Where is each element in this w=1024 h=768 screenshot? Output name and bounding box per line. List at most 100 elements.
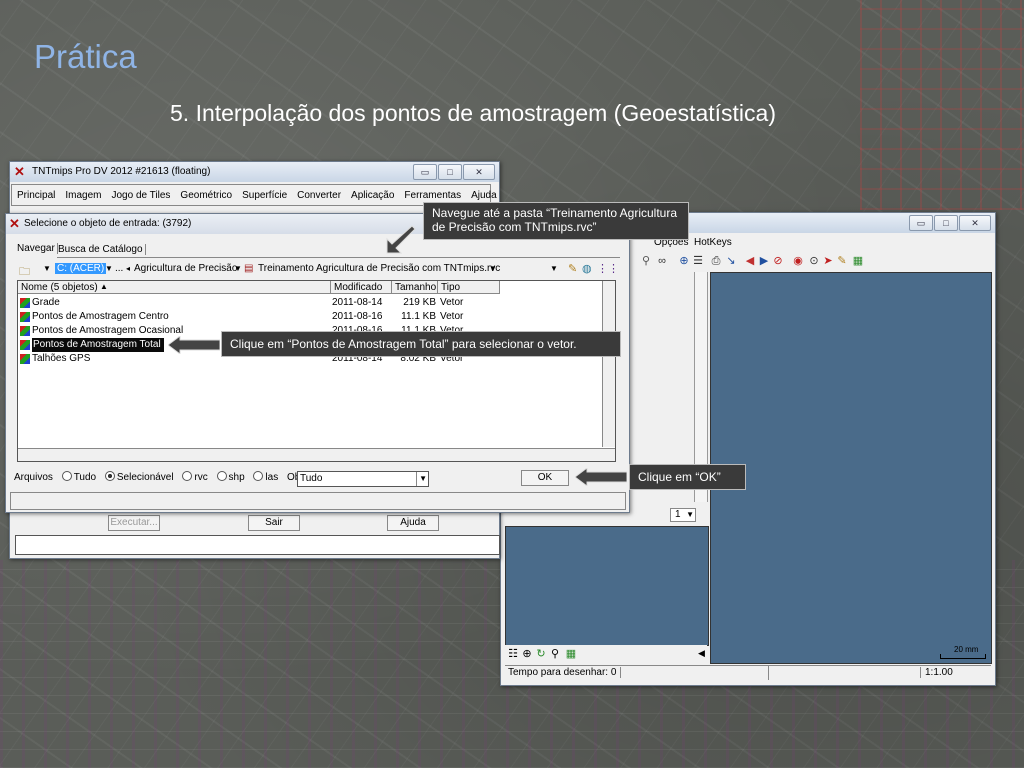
main-window-title: TNTmips Pro DV 2012 #21613 (floating) xyxy=(32,166,211,177)
minimize-button[interactable]: ▭ xyxy=(413,164,437,180)
slide-title: Prática xyxy=(34,38,137,75)
arrow-to-row xyxy=(168,336,220,354)
pointer-icon[interactable]: ➤ xyxy=(822,255,834,267)
radio-rvc[interactable]: rvc xyxy=(182,471,208,483)
pencil-icon[interactable]: ✎ xyxy=(836,255,848,267)
map-background-topright xyxy=(860,0,1024,210)
binoculars-icon[interactable]: ∞ xyxy=(656,255,668,267)
zoom-in-icon[interactable]: ⚲ xyxy=(640,255,652,267)
zoom-icon[interactable]: ⊙ xyxy=(808,255,820,267)
close-button[interactable]: ✕ xyxy=(959,215,991,231)
object-list: Nome (5 objetos) ▲ Modificado Tamanho Ti… xyxy=(17,280,616,462)
menu-geometrico[interactable]: Geométrico xyxy=(175,190,237,201)
scroll-left-icon[interactable]: ◀ xyxy=(698,648,705,659)
tntmips-logo-icon: ✕ xyxy=(14,164,25,179)
pencil-icon[interactable]: ✎ xyxy=(568,262,577,275)
path-sep-4: ▼ xyxy=(489,264,497,273)
layer-add-icon[interactable]: ⊕ xyxy=(678,255,690,267)
chevron-down-icon: ▼ xyxy=(686,510,694,519)
overview-refresh-icon[interactable]: ↻ xyxy=(535,648,547,660)
tab-navegar[interactable]: Navegar xyxy=(17,243,58,254)
measure-tool-icon[interactable]: ↘ xyxy=(725,255,737,267)
menu-aplicacao[interactable]: Aplicação xyxy=(346,190,399,201)
forward-icon[interactable]: ▶ xyxy=(758,255,770,267)
overview-search-icon[interactable]: ⚲ xyxy=(549,648,561,660)
tab-underline xyxy=(57,257,620,258)
vector-object-icon xyxy=(20,326,30,336)
radio-selecionavel[interactable]: Selecionável xyxy=(104,471,174,483)
overview-map[interactable] xyxy=(505,526,709,646)
column-type[interactable]: Tipo xyxy=(438,281,500,294)
menu-ajuda[interactable]: Ajuda xyxy=(466,190,502,201)
vertical-scrollbar[interactable] xyxy=(602,281,615,447)
radio-tudo[interactable]: Tudo xyxy=(61,471,96,483)
path-dropdown-icon[interactable]: ▼ xyxy=(43,264,51,273)
dialog-status-field xyxy=(10,492,626,510)
tntmips-logo-icon: ✕ xyxy=(9,216,20,231)
overview-zoom-icon[interactable]: ⊕ xyxy=(521,648,533,660)
layer-manager-icon[interactable]: ☰ xyxy=(692,255,704,267)
list-item[interactable]: Pontos de Amostragem Centro 2011-08-16 1… xyxy=(18,310,600,324)
path-ellipsis[interactable]: ... xyxy=(115,263,123,274)
maximize-button[interactable]: □ xyxy=(438,164,462,180)
menu-superficie[interactable]: Superfície xyxy=(237,190,292,201)
overview-map-icon[interactable]: ▦ xyxy=(565,648,577,660)
stop-icon[interactable]: ⊘ xyxy=(772,255,784,267)
minimize-button[interactable]: ▭ xyxy=(909,215,933,231)
list-item[interactable]: Grade 2011-08-14 219 KB Vetor xyxy=(18,296,600,310)
chevron-down-icon: ▼ xyxy=(416,472,427,486)
arrow-to-ok xyxy=(575,468,627,486)
path-folder-treinamento[interactable]: Treinamento Agricultura de Precisão com … xyxy=(258,263,500,274)
zoom-scale-value: 1 xyxy=(675,509,681,520)
path-history-dropdown[interactable]: ▼ xyxy=(550,264,558,273)
status-draw-time: Tempo para desenhar: 0 xyxy=(508,667,621,678)
callout-click-ok: Clique em “OK” xyxy=(629,464,746,490)
path-sep-2: ◂ xyxy=(126,264,131,273)
exit-button[interactable]: Sair xyxy=(248,515,300,531)
path-bar: 🗀 ▼ C: (ACER) ▼ ... ◂ Agricultura de Pre… xyxy=(17,262,619,278)
scalebar xyxy=(940,654,986,659)
tab-busca-catalogo[interactable]: Busca de Catálogo xyxy=(58,244,146,255)
map-view[interactable] xyxy=(710,272,992,664)
rvc-file-icon: ▤ xyxy=(244,263,254,274)
radio-shp[interactable]: shp xyxy=(216,471,245,483)
help-button[interactable]: Ajuda xyxy=(387,515,439,531)
display-menu-hotkeys[interactable]: HotKeys xyxy=(694,237,732,248)
grid-view-icon[interactable]: ⋮⋮ xyxy=(597,262,619,275)
slide-subtitle: 5. Interpolação dos pontos de amostragem… xyxy=(170,100,776,126)
status-divider xyxy=(768,666,769,680)
ok-button[interactable]: OK xyxy=(521,470,569,486)
web-icon[interactable]: ◍ xyxy=(582,262,592,275)
status-scale: 1:1.00 xyxy=(920,667,953,678)
objetos-dropdown[interactable]: Tudo ▼ xyxy=(297,471,429,487)
menu-principal[interactable]: Principal xyxy=(12,190,60,201)
sort-ascending-icon: ▲ xyxy=(100,282,108,291)
menu-jogo-de-tiles[interactable]: Jogo de Tiles xyxy=(106,190,175,201)
radio-las[interactable]: las xyxy=(253,471,278,483)
main-menubar: Principal Imagem Jogo de Tiles Geométric… xyxy=(11,184,497,206)
callout-navigate: Navegue até a pasta “Treinamento Agricul… xyxy=(423,202,689,240)
back-icon[interactable]: ◀ xyxy=(744,255,756,267)
menu-ferramentas[interactable]: Ferramentas xyxy=(399,190,466,201)
maximize-button[interactable]: □ xyxy=(934,215,958,231)
path-drive[interactable]: C: (ACER) xyxy=(55,263,107,274)
execute-button[interactable]: Executar... xyxy=(108,515,160,531)
path-sep-1: ▼ xyxy=(105,264,113,273)
close-button[interactable]: ✕ xyxy=(463,164,495,180)
scalebar-label: 20 mm xyxy=(954,645,979,654)
dialog-title: Selecione o objeto de entrada: (3792) xyxy=(24,218,192,229)
zoom-scale-dropdown[interactable]: 1 ▼ xyxy=(670,508,696,522)
main-status-field xyxy=(15,535,500,555)
column-size[interactable]: Tamanho xyxy=(392,281,438,294)
vector-object-icon xyxy=(20,354,30,364)
column-modified[interactable]: Modificado xyxy=(331,281,392,294)
horizontal-scrollbar[interactable] xyxy=(18,448,615,461)
menu-imagem[interactable]: Imagem xyxy=(60,190,106,201)
path-folder-agricultura[interactable]: Agricultura de Precisão xyxy=(134,263,237,274)
select-tool-icon[interactable]: ⎙ xyxy=(710,255,722,267)
redraw-icon[interactable]: ◉ xyxy=(792,255,804,267)
menu-converter[interactable]: Converter xyxy=(292,190,346,201)
legend-icon[interactable]: ▦ xyxy=(852,255,864,267)
overview-legend-icon[interactable]: ☷ xyxy=(507,648,519,660)
column-name[interactable]: Nome (5 objetos) xyxy=(18,281,331,294)
